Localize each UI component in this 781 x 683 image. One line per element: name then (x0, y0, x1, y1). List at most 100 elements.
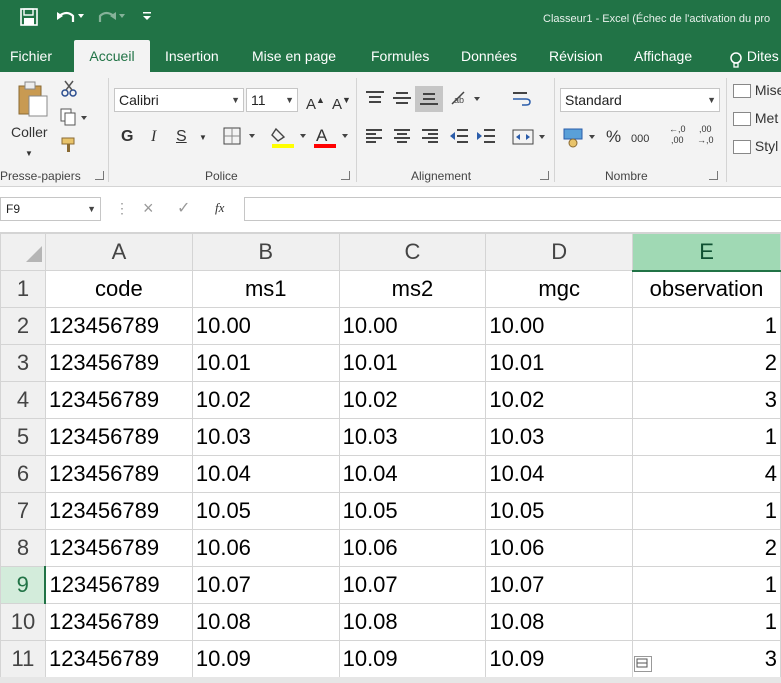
number-format-combo[interactable]: Standard ▼ (560, 88, 720, 112)
borders-icon[interactable] (222, 126, 262, 151)
italic-button[interactable]: I (151, 127, 156, 147)
cell[interactable]: 10.09 (485, 640, 634, 678)
cell[interactable]: ms2 (338, 270, 487, 308)
tab-formules[interactable]: Formules (371, 40, 429, 72)
cell[interactable]: 10.08 (485, 603, 634, 641)
column-header-e[interactable]: E (632, 233, 781, 272)
cell[interactable]: 123456789 (44, 381, 193, 419)
cell[interactable]: 10.05 (338, 492, 487, 530)
font-name-combo[interactable]: Calibri ▼ (114, 88, 244, 112)
cell[interactable]: 10.09 (338, 640, 487, 678)
align-right-icon[interactable] (421, 128, 439, 149)
cell[interactable]: 1 (632, 566, 781, 604)
cell[interactable]: 10.02 (191, 381, 340, 419)
clipboard-launcher-icon[interactable] (95, 171, 104, 180)
column-header-c[interactable]: C (338, 233, 487, 271)
column-header-a[interactable]: A (44, 233, 193, 271)
cell[interactable]: 123456789 (44, 344, 193, 382)
format-as-table-button[interactable]: Met (733, 108, 778, 128)
cell[interactable]: 123456789 (44, 455, 193, 493)
tab-donnees[interactable]: Données (461, 40, 517, 72)
tab-fichier[interactable]: Fichier (10, 40, 52, 72)
row-header[interactable]: 10 (0, 603, 46, 641)
cell[interactable]: 2 (632, 529, 781, 567)
cell[interactable]: 10.04 (485, 455, 634, 493)
underline-dropdown-icon[interactable]: ▼ (199, 128, 207, 148)
row-header-selected[interactable]: 9 (0, 566, 47, 604)
cell[interactable]: 10.02 (485, 381, 634, 419)
cell[interactable]: 2 (632, 344, 781, 382)
cell[interactable]: 4 (632, 455, 781, 493)
grow-font-icon[interactable]: A▲ (306, 90, 325, 115)
cell[interactable]: 10.09 (191, 640, 340, 678)
font-launcher-icon[interactable] (341, 171, 350, 180)
paste-button[interactable]: Coller (11, 122, 48, 142)
row-header[interactable]: 2 (0, 307, 46, 345)
row-header[interactable]: 7 (0, 492, 46, 530)
number-launcher-icon[interactable] (709, 171, 718, 180)
cell[interactable]: 3 (632, 381, 781, 419)
currency-format-icon[interactable] (563, 126, 599, 153)
row-header[interactable]: 5 (0, 418, 46, 456)
tab-mise-en-page[interactable]: Mise en page (252, 40, 336, 72)
cell[interactable]: 10.07 (191, 566, 340, 604)
cell[interactable]: 10.06 (338, 529, 487, 567)
decrease-decimal-button[interactable]: ,00 →,0 (697, 124, 714, 146)
wrap-text-icon[interactable] (512, 90, 532, 113)
tab-accueil[interactable]: Accueil (74, 40, 150, 72)
shrink-font-icon[interactable]: A▼ (332, 90, 351, 115)
cell[interactable]: 10.01 (338, 344, 487, 382)
cell[interactable]: 1 (632, 492, 781, 530)
enter-icon[interactable]: ✓ (177, 198, 190, 218)
cell[interactable]: 10.01 (191, 344, 340, 382)
tab-revision[interactable]: Révision (549, 40, 603, 72)
font-color-icon[interactable]: A (312, 125, 352, 154)
quick-analysis-icon[interactable] (634, 656, 652, 672)
paste-icon[interactable] (12, 80, 52, 120)
cell[interactable]: 10.08 (338, 603, 487, 641)
row-header[interactable]: 11 (0, 640, 46, 678)
cell[interactable]: 10.05 (485, 492, 634, 530)
cell[interactable]: 10.03 (338, 418, 487, 456)
merge-center-icon[interactable] (512, 128, 550, 151)
align-left-icon[interactable] (365, 128, 383, 149)
cell[interactable]: 123456789 (44, 492, 193, 530)
cell[interactable]: 10.07 (338, 566, 487, 604)
decrease-indent-icon[interactable] (449, 128, 469, 149)
conditional-formatting-button[interactable]: Mise (733, 80, 781, 100)
cell[interactable]: 10.04 (191, 455, 340, 493)
row-header[interactable]: 3 (0, 344, 46, 382)
cell[interactable]: mgc (485, 270, 634, 308)
cell[interactable]: 123456789 (44, 603, 193, 641)
thousands-separator-button[interactable]: 000 (631, 129, 649, 149)
cell[interactable]: 10.08 (191, 603, 340, 641)
cell[interactable]: code (44, 270, 193, 308)
tab-affichage[interactable]: Affichage (634, 40, 692, 72)
row-header[interactable]: 8 (0, 529, 46, 567)
tab-insertion[interactable]: Insertion (165, 40, 219, 72)
cell[interactable]: ms1 (191, 270, 340, 308)
cell[interactable]: 10.05 (191, 492, 340, 530)
alignment-launcher-icon[interactable] (540, 171, 549, 180)
align-top-icon[interactable] (365, 90, 385, 111)
cancel-icon[interactable]: × (143, 198, 154, 219)
increase-decimal-button[interactable]: ←,0 ,00 (669, 124, 686, 146)
save-icon[interactable] (20, 8, 38, 28)
undo-icon[interactable] (55, 8, 85, 28)
copy-icon[interactable] (60, 108, 88, 131)
cell[interactable]: 1 (632, 418, 781, 456)
cell[interactable]: 10.02 (338, 381, 487, 419)
orientation-icon[interactable]: ab (450, 90, 484, 113)
row-header[interactable]: 4 (0, 381, 46, 419)
percent-button[interactable]: % (606, 127, 621, 147)
bold-button[interactable]: G (121, 127, 133, 147)
cell[interactable]: 10.01 (485, 344, 634, 382)
chevron-down-icon[interactable]: ▼ (231, 89, 240, 111)
fill-color-icon[interactable] (270, 125, 310, 154)
increase-indent-icon[interactable] (476, 128, 496, 149)
cell[interactable]: 10.06 (485, 529, 634, 567)
cell[interactable]: 10.00 (338, 307, 487, 345)
row-header[interactable]: 6 (0, 455, 46, 493)
cell[interactable]: 10.04 (338, 455, 487, 493)
cell[interactable]: 1 (632, 307, 781, 345)
